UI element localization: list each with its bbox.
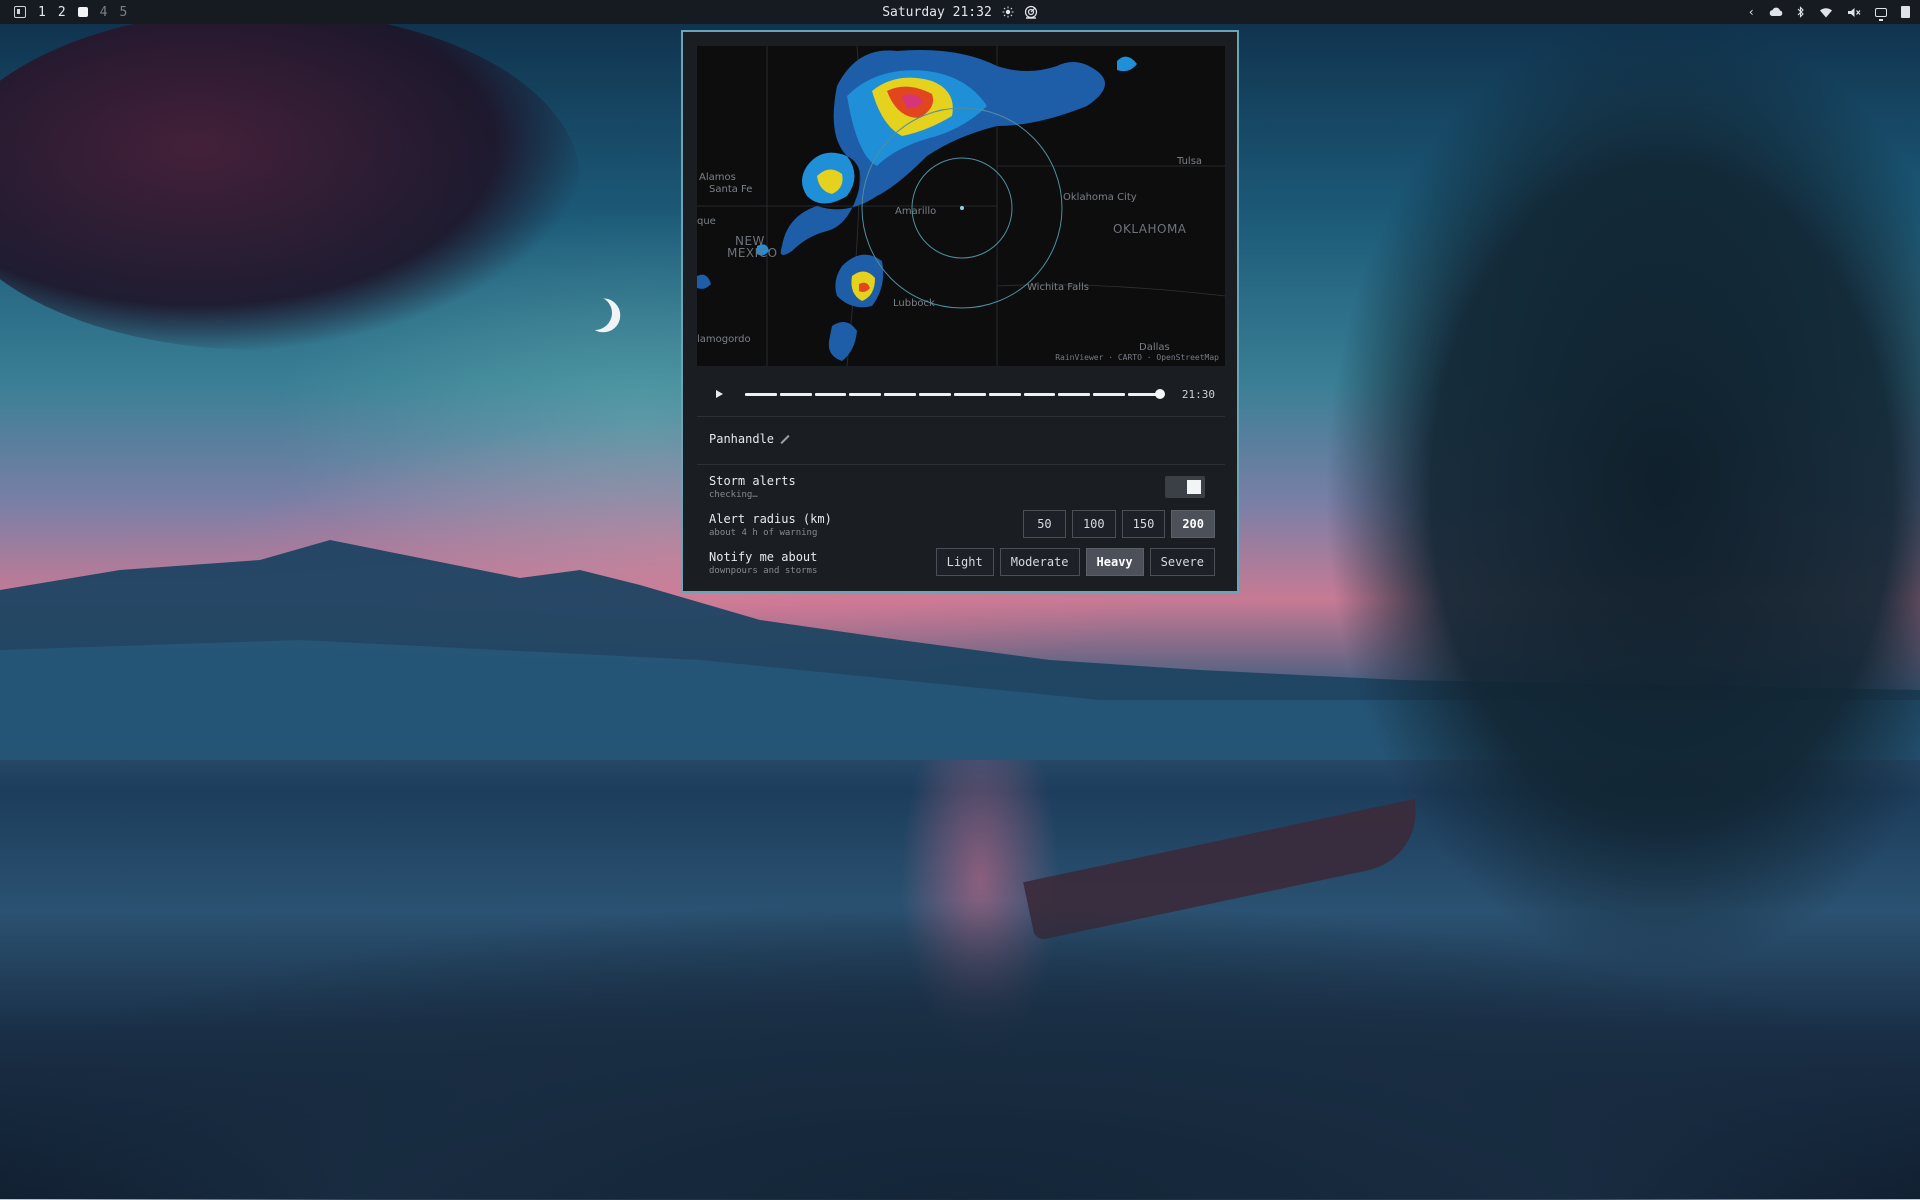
location-name: Panhandle xyxy=(709,432,775,446)
storm-alerts-row: Storm alerts checking… xyxy=(709,474,1215,508)
sun-icon[interactable] xyxy=(1002,6,1014,18)
clock-label[interactable]: Saturday 21:32 xyxy=(882,5,992,20)
top-bar: 1 2 4 5 Saturday 21:32 ‹ xyxy=(0,0,1920,24)
notify-title: Notify me about xyxy=(709,550,818,564)
radius-option-50[interactable]: 50 xyxy=(1022,510,1066,538)
radar-playback-bar: 21:30 xyxy=(697,380,1225,408)
wifi-icon[interactable] xyxy=(1819,7,1833,18)
radius-option-200[interactable]: 200 xyxy=(1171,510,1215,538)
map-label-tulsa: Tulsa xyxy=(1177,156,1203,167)
notify-option-light[interactable]: Light xyxy=(935,548,994,576)
workspace-1[interactable]: 1 xyxy=(38,5,46,20)
home-location-dot xyxy=(960,206,964,210)
timeline-frame[interactable] xyxy=(884,392,917,396)
radar-map[interactable]: Alamos Santa Fe que NEW MEXICO Amarillo … xyxy=(697,46,1225,366)
launcher-icon[interactable] xyxy=(14,6,26,18)
play-button[interactable] xyxy=(707,382,731,406)
radar-map-canvas xyxy=(697,46,1225,366)
notify-hint: downpours and storms xyxy=(709,566,818,576)
divider xyxy=(697,416,1225,417)
map-label-alamogordo: lamogordo xyxy=(697,334,751,345)
frame-time: 21:30 xyxy=(1181,387,1215,401)
storm-alerts-title: Storm alerts xyxy=(709,474,796,488)
system-tray: ‹ xyxy=(1748,0,1910,24)
map-label-oklahoma-city: Oklahoma City xyxy=(1063,192,1137,203)
timeline-frame[interactable] xyxy=(1093,392,1126,396)
workspace-2[interactable]: 2 xyxy=(58,5,66,20)
edit-pencil-icon[interactable] xyxy=(780,434,790,444)
battery-icon[interactable] xyxy=(1901,6,1910,18)
map-label-mexico: MEXICO xyxy=(727,246,778,260)
map-label-oklahoma: OKLAHOMA xyxy=(1113,222,1187,236)
radius-option-100[interactable]: 100 xyxy=(1071,510,1116,538)
clock-area: Saturday 21:32 xyxy=(0,0,1920,24)
storm-alerts-status: checking… xyxy=(709,490,758,500)
map-label-santa-fe: Santa Fe xyxy=(709,184,753,195)
timeline-frame[interactable] xyxy=(779,392,812,396)
map-label-amarillo: Amarillo xyxy=(895,206,937,217)
alert-radius-title: Alert radius (km) xyxy=(709,512,832,526)
storm-alerts-toggle[interactable] xyxy=(1165,476,1205,498)
radius-option-150[interactable]: 150 xyxy=(1121,510,1166,538)
volume-muted-icon[interactable] xyxy=(1847,7,1861,18)
timeline-frame[interactable] xyxy=(745,392,777,396)
notify-option-heavy[interactable]: Heavy xyxy=(1085,548,1144,576)
alert-radius-options: 50 100 150 200 xyxy=(1022,510,1215,538)
map-label-wichita-falls: Wichita Falls xyxy=(1027,282,1090,293)
timeline-scrubber[interactable] xyxy=(745,384,1165,404)
notify-options: Light Moderate Heavy Severe xyxy=(935,548,1215,576)
bluetooth-icon[interactable] xyxy=(1797,6,1805,18)
map-label-que: que xyxy=(697,216,716,227)
timeline-frame[interactable] xyxy=(814,392,847,396)
radar-widget-panel: Alamos Santa Fe que NEW MEXICO Amarillo … xyxy=(681,30,1239,593)
divider xyxy=(697,464,1225,465)
workspace-3-active[interactable] xyxy=(77,7,88,17)
wallpaper-shore xyxy=(0,820,1920,1200)
notify-option-severe[interactable]: Severe xyxy=(1149,548,1215,576)
workspace-4[interactable]: 4 xyxy=(100,5,108,20)
notify-option-moderate[interactable]: Moderate xyxy=(999,548,1080,576)
weather-radar-icon[interactable] xyxy=(1024,5,1038,19)
toggle-knob xyxy=(1187,480,1201,494)
location-row[interactable]: Panhandle xyxy=(709,432,790,446)
play-icon xyxy=(715,390,723,398)
timeline-thumb[interactable] xyxy=(1155,389,1165,399)
chevron-left-icon[interactable]: ‹ xyxy=(1748,0,1755,24)
alert-radius-hint: about 4 h of warning xyxy=(709,528,818,538)
timeline-frame[interactable] xyxy=(988,392,1021,396)
alert-radius-row: Alert radius (km) about 4 h of warning 5… xyxy=(709,510,1215,546)
display-icon[interactable] xyxy=(1875,7,1887,21)
cloud-icon[interactable] xyxy=(1769,7,1783,17)
map-label-lubbock: Lubbock xyxy=(893,298,935,309)
map-label-dallas: Dallas xyxy=(1139,342,1170,353)
workspace-5[interactable]: 5 xyxy=(119,5,127,20)
timeline-frame[interactable] xyxy=(919,392,951,396)
timeline-frame[interactable] xyxy=(1058,392,1091,396)
timeline-frames xyxy=(745,392,1160,396)
map-label-alamos: Alamos xyxy=(699,172,736,183)
map-attribution[interactable]: RainViewer · CARTO · OpenStreetMap xyxy=(1055,353,1219,362)
workspace-switcher: 1 2 4 5 xyxy=(0,5,127,20)
timeline-frame[interactable] xyxy=(953,392,986,396)
timeline-frame[interactable] xyxy=(849,392,882,396)
timeline-frame[interactable] xyxy=(1023,392,1056,396)
notify-row: Notify me about downpours and storms Lig… xyxy=(709,548,1215,584)
